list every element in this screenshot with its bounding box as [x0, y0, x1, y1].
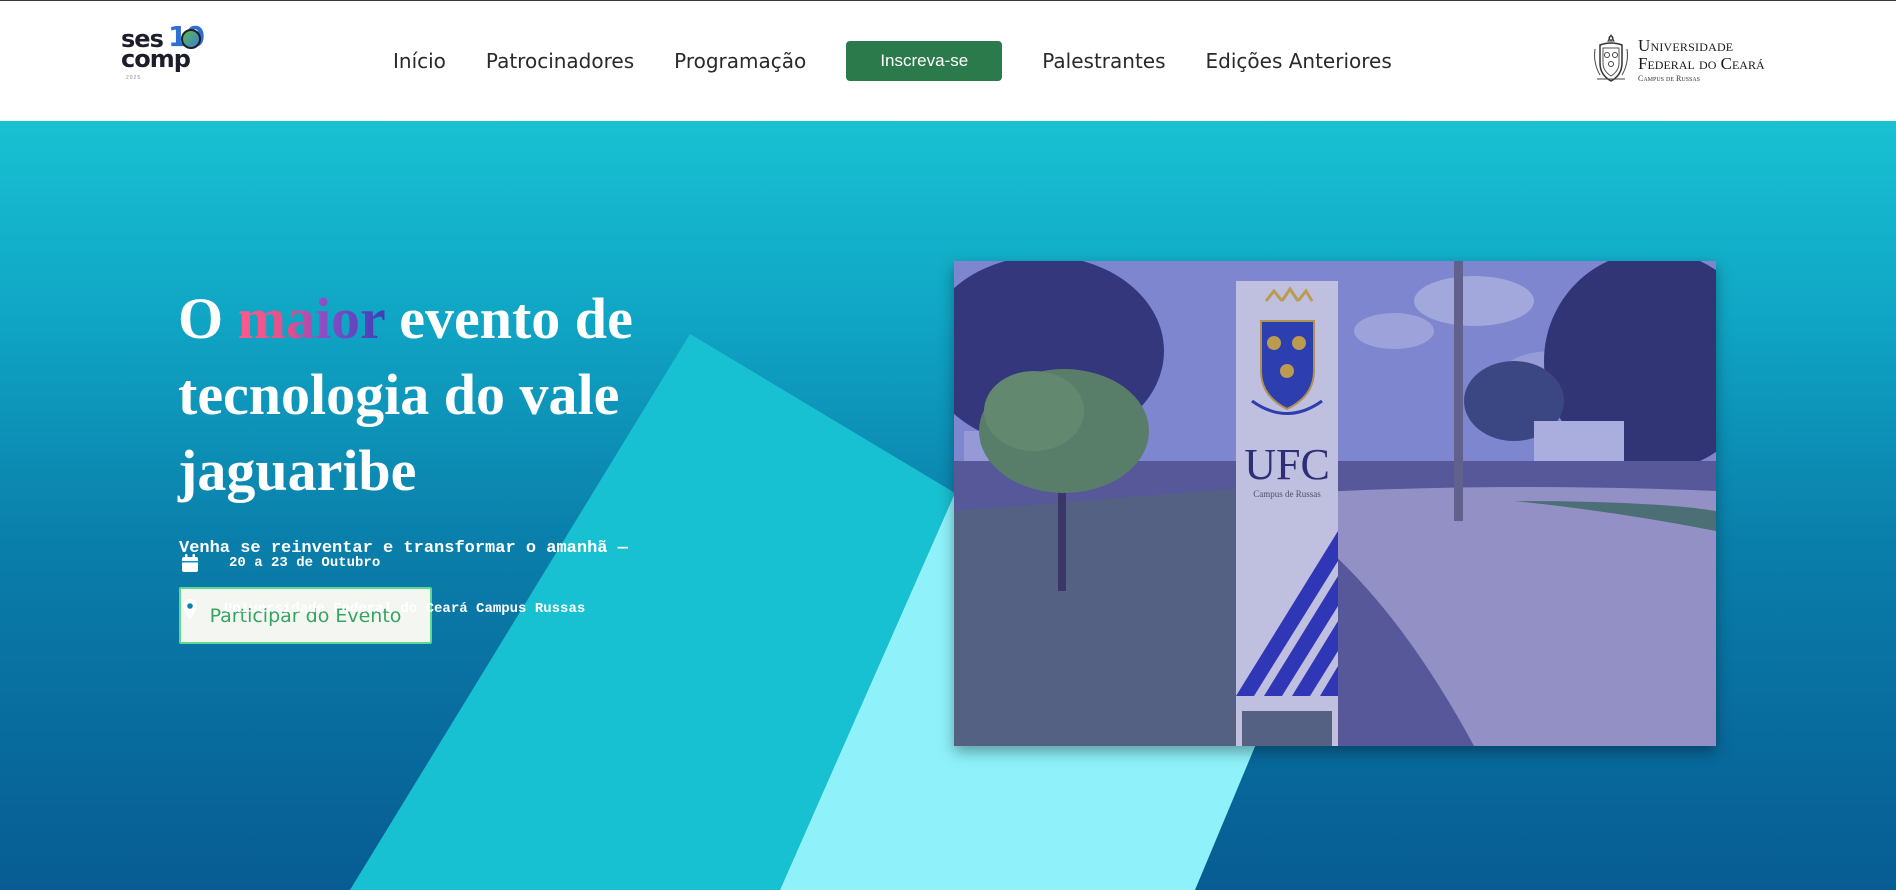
event-location-text: Universidade Federal do Ceará Campus Rus…	[224, 601, 586, 617]
nav-inscreva-se-button[interactable]: Inscreva-se	[846, 41, 1003, 81]
headline-prefix: O	[178, 286, 238, 351]
event-date-text: 20 a 23 de Outubro	[229, 555, 381, 571]
logo-text-comp: comp	[121, 45, 191, 73]
hero-section: O maior evento de tecnologia do vale jag…	[0, 121, 1896, 890]
ufc-logo[interactable]: Universidade Federal do Ceará Campus de …	[1592, 33, 1782, 85]
ufc-crest-icon	[1594, 33, 1628, 82]
main-nav: Início Patrocinadores Programação Inscre…	[393, 41, 1432, 81]
campus-photo: UFC Campus de Russas	[954, 261, 1716, 746]
nav-inicio[interactable]: Início	[393, 49, 446, 73]
ufc-name: Universidade Federal do Ceará Campus de …	[1638, 37, 1765, 85]
campus-photo-illustration: UFC Campus de Russas	[954, 261, 1716, 746]
nav-edicoes-anteriores[interactable]: Edições Anteriores	[1206, 49, 1392, 73]
nav-palestrantes[interactable]: Palestrantes	[1042, 49, 1165, 73]
logo-year: 2025	[126, 75, 142, 81]
event-date: 20 a 23 de Outubro	[179, 552, 380, 574]
nav-patrocinadores[interactable]: Patrocinadores	[486, 49, 634, 73]
event-location: Universidade Federal do Ceará Campus Rus…	[179, 598, 585, 620]
headline-highlight: maior	[237, 286, 385, 351]
ufc-name-line3: Campus de Russas	[1638, 74, 1701, 83]
ufc-name-line1: Universidade	[1638, 36, 1734, 55]
ufc-name-line2: Federal do Ceará	[1638, 54, 1765, 73]
sescomp-logo[interactable]: ses 10 comp 2025	[118, 23, 218, 83]
nav-programacao[interactable]: Programação	[674, 49, 806, 73]
location-pin-icon	[183, 599, 197, 619]
calendar-icon	[182, 554, 198, 572]
hero-headline: O maior evento de tecnologia do vale jag…	[178, 281, 738, 509]
site-header: ses 10 comp 2025 Início Patrocinadores P…	[0, 1, 1896, 121]
